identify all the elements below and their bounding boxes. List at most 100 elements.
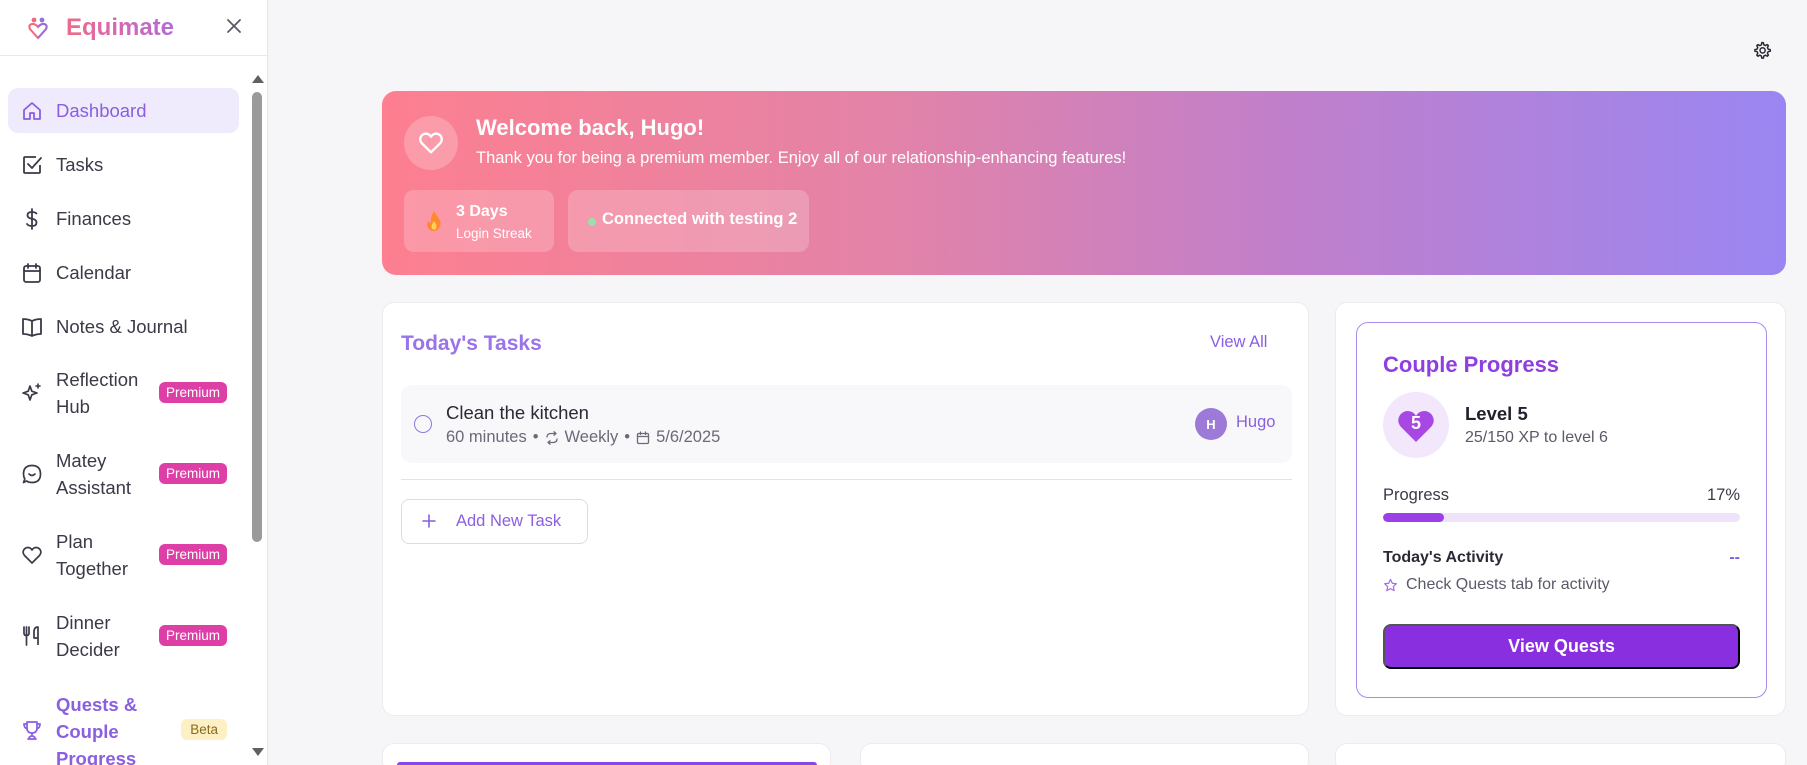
activity-value: -- [1729, 549, 1740, 566]
sidebar-item-label: Dashboard [56, 100, 147, 121]
plus-icon [422, 514, 436, 528]
task-name: Clean the kitchen [446, 402, 589, 423]
scroll-down-arrow-icon[interactable] [252, 748, 264, 756]
sidebar-item-dashboard[interactable]: Dashboard [8, 88, 239, 133]
sidebar-item-label: Progress [56, 748, 137, 765]
sidebar-item-label: Finances [56, 208, 132, 229]
tasks-title: Today's Tasks [401, 332, 542, 355]
avatar: H [1195, 408, 1227, 440]
level-title: Level 5 [1465, 403, 1528, 424]
bottom-card [382, 743, 831, 765]
sidebar-item-label: Quests & [56, 694, 138, 715]
home-icon [23, 102, 41, 120]
meta-separator: • [532, 428, 539, 446]
calendar-icon [636, 430, 650, 444]
progress-bar [1383, 513, 1740, 522]
activity-hint-text: Check Quests tab for activity [1406, 576, 1610, 593]
task-date: 5/6/2025 [656, 428, 721, 446]
assignee-name: Hugo [1236, 413, 1276, 431]
sidebar-item-calendar[interactable]: Calendar [8, 250, 239, 295]
connection-label: Connected with testing 2 [602, 210, 798, 228]
bottom-card [1335, 743, 1786, 765]
premium-badge: Premium [158, 544, 227, 565]
scroll-thumb[interactable] [252, 92, 262, 542]
add-task-label: Add New Task [456, 512, 562, 530]
close-icon[interactable] [224, 16, 244, 36]
bottom-card [860, 743, 1309, 765]
book-icon [22, 318, 42, 337]
sidebar-item-label: Notes & Journal [56, 316, 188, 337]
sidebar-scrollbar[interactable] [248, 72, 268, 765]
task-item[interactable]: Clean the kitchen 60 minutes • Weekly • … [401, 385, 1292, 463]
level-badge: 5 [1383, 392, 1449, 458]
sidebar-item-finances[interactable]: Finances [8, 196, 239, 241]
divider [401, 479, 1292, 480]
beta-badge: Beta [181, 719, 227, 740]
dollar-icon [26, 208, 38, 230]
welcome-title: Welcome back, Hugo! [476, 115, 705, 140]
sidebar-item-dinner-decider[interactable]: Dinner Decider Premium [8, 601, 239, 671]
welcome-banner: Welcome back, Hugo! Thank you for being … [382, 91, 1786, 275]
sidebar-item-label: Calendar [56, 262, 132, 283]
connection-status-dot [588, 218, 596, 226]
login-streak-pill: 3 Days Login Streak [404, 190, 554, 252]
todays-tasks-card: Today's Tasks View All Clean the kitchen… [382, 302, 1309, 716]
heart-icon [404, 116, 458, 170]
progress-label: Progress [1383, 486, 1450, 504]
gear-icon[interactable] [1752, 40, 1772, 60]
sidebar-item-label: Together [56, 558, 128, 579]
level-xp: 25/150 XP to level 6 [1465, 429, 1608, 446]
couple-progress-card: Couple Progress 5 Level 5 25/150 XP to l… [1335, 302, 1786, 716]
meta-separator: • [624, 428, 631, 446]
check-square-icon [23, 156, 42, 174]
view-all-link[interactable]: View All [1210, 333, 1267, 352]
add-task-button[interactable]: Add New Task [401, 499, 588, 544]
premium-badge: Premium [158, 625, 227, 646]
sidebar-item-label: Matey [56, 450, 107, 471]
sidebar-item-label: Reflection [56, 369, 139, 390]
repeat-icon [545, 430, 558, 445]
task-meta: 60 minutes • Weekly • 5/6/2025 [446, 428, 720, 447]
premium-badge: Premium [158, 382, 227, 403]
task-duration: 60 minutes [446, 428, 527, 446]
star-icon [1383, 578, 1398, 591]
scroll-up-arrow-icon[interactable] [252, 75, 264, 83]
sidebar-item-notes-journal[interactable]: Notes & Journal [8, 304, 239, 349]
task-recurrence: Weekly [564, 428, 619, 446]
trophy-icon [23, 721, 41, 740]
utensils-icon [23, 626, 39, 646]
progress-percent: 17% [1706, 486, 1740, 504]
sidebar-item-tasks[interactable]: Tasks [8, 142, 239, 187]
couple-progress-title: Couple Progress [1383, 352, 1560, 377]
chat-bubble-icon [22, 464, 42, 484]
sidebar-item-label: Couple [56, 721, 119, 742]
sidebar-item-label: Decider [56, 639, 120, 660]
sidebar-item-label: Plan [56, 531, 94, 552]
brand-header: Equimate [0, 0, 267, 56]
calendar-icon [23, 263, 41, 283]
sidebar-item-label: Hub [56, 396, 90, 417]
sidebar-item-label: Dinner [56, 612, 111, 633]
sidebar-item-reflection-hub[interactable]: Reflection Hub Premium [8, 358, 239, 428]
progress-bar-fill [1383, 513, 1444, 522]
premium-badge: Premium [158, 463, 227, 484]
level-number: 5 [1410, 412, 1421, 433]
sidebar-item-matey-assistant[interactable]: Matey Assistant Premium [8, 439, 239, 509]
logo-icon [28, 17, 48, 40]
sidebar-item-plan-together[interactable]: Plan Together Premium [8, 520, 239, 590]
activity-hint: Check Quests tab for activity [1383, 576, 1610, 594]
sidebar-item-quests[interactable]: Quests & Couple Progress Beta [8, 682, 239, 765]
sidebar-nav: Dashboard Tasks Finances Calendar Notes … [0, 72, 248, 765]
task-checkbox[interactable] [414, 415, 432, 433]
brand-name: Equimate [66, 13, 175, 41]
fire-icon [427, 211, 441, 231]
sidebar-item-label: Tasks [56, 154, 104, 175]
streak-label: Login Streak [456, 226, 532, 241]
streak-value: 3 Days [456, 203, 508, 220]
sparkles-icon [22, 383, 41, 401]
sidebar: Equimate Dashboard Tasks Finances Calend… [0, 0, 268, 765]
welcome-subtitle: Thank you for being a premium member. En… [476, 149, 1127, 167]
view-quests-button[interactable]: View Quests [1383, 624, 1740, 669]
activity-label: Today's Activity [1383, 549, 1504, 566]
connection-pill: Connected with testing 2 [568, 190, 809, 252]
